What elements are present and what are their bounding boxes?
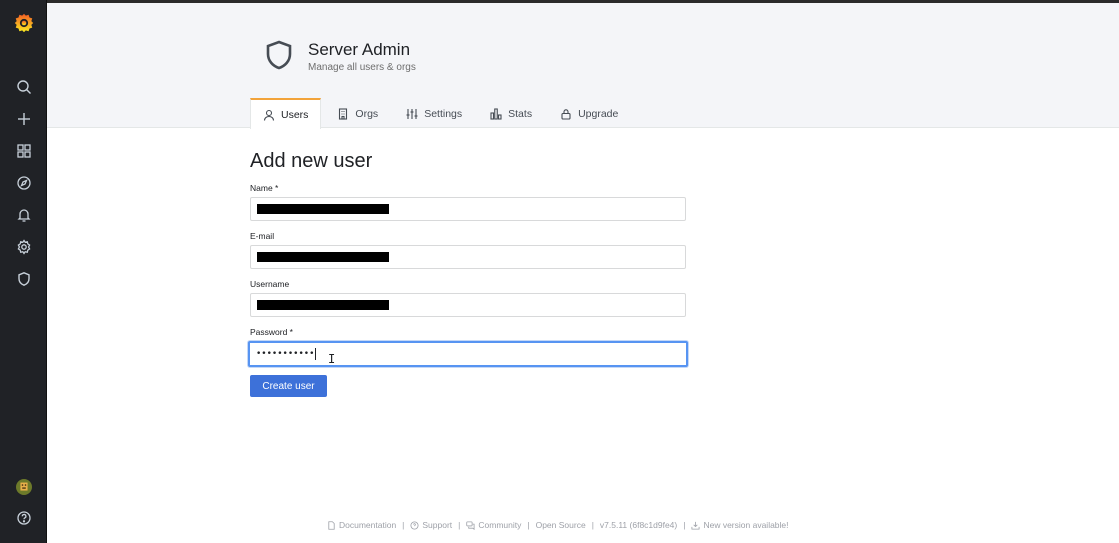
footer-separator: | bbox=[683, 520, 686, 530]
footer-open-source-label: Open Source bbox=[535, 520, 586, 530]
page-header: Server Admin Manage all users & orgs Use… bbox=[47, 3, 1119, 129]
redacted-value bbox=[257, 252, 389, 262]
grafana-logo-icon[interactable] bbox=[0, 7, 47, 39]
comments-icon bbox=[466, 520, 475, 530]
redacted-value bbox=[257, 300, 389, 310]
page-subtitle: Manage all users & orgs bbox=[308, 62, 416, 73]
tab-stats[interactable]: Stats bbox=[478, 98, 544, 129]
name-label: Name * bbox=[250, 183, 279, 193]
form-title: Add new user bbox=[250, 150, 373, 172]
footer-new-version-link[interactable]: New version available! bbox=[691, 520, 789, 530]
tab-stats-label: Stats bbox=[508, 107, 533, 120]
dashboards-icon[interactable] bbox=[0, 136, 47, 166]
help-icon[interactable] bbox=[0, 503, 47, 533]
username-field-group: Username bbox=[250, 279, 690, 317]
tab-users-label: Users bbox=[281, 108, 309, 121]
create-user-button[interactable]: Create user bbox=[250, 375, 327, 397]
footer-community-label: Community bbox=[478, 520, 522, 530]
footer-separator: | bbox=[527, 520, 530, 530]
tab-upgrade[interactable]: Upgrade bbox=[548, 98, 630, 129]
username-input[interactable] bbox=[250, 293, 686, 317]
footer-community-link[interactable]: Community bbox=[466, 520, 521, 530]
footer-separator: | bbox=[402, 520, 405, 530]
footer-separator: | bbox=[591, 520, 594, 530]
shield-icon bbox=[266, 40, 292, 70]
password-label: Password * bbox=[250, 327, 293, 337]
email-field-group: E-mail bbox=[250, 231, 690, 269]
username-label: Username bbox=[250, 279, 290, 289]
mouse-ibeam-cursor: I bbox=[328, 352, 336, 366]
bar-chart-icon bbox=[490, 107, 502, 120]
lock-icon bbox=[561, 108, 571, 120]
search-icon[interactable] bbox=[0, 72, 47, 102]
tab-orgs[interactable]: Orgs bbox=[325, 98, 390, 129]
footer-documentation-link[interactable]: Documentation bbox=[327, 520, 396, 530]
sliders-icon bbox=[406, 108, 418, 119]
footer-new-version-label: New version available! bbox=[703, 520, 789, 530]
name-field-group: Name * bbox=[250, 183, 690, 221]
plus-icon[interactable] bbox=[0, 104, 47, 134]
tab-users[interactable]: Users bbox=[250, 98, 322, 129]
password-field-group: Password * ••••••••••• I bbox=[248, 327, 690, 367]
alerting-icon[interactable] bbox=[0, 200, 47, 230]
document-icon bbox=[328, 520, 335, 530]
building-icon bbox=[339, 107, 348, 120]
footer-open-source-link[interactable]: Open Source bbox=[536, 520, 586, 530]
admin-tabs: Users Orgs Settings Stats Upgrade bbox=[250, 98, 634, 129]
tab-orgs-label: Orgs bbox=[355, 107, 379, 120]
tab-settings[interactable]: Settings bbox=[394, 98, 474, 129]
question-circle-icon bbox=[410, 520, 419, 530]
add-user-form: Add new user Name * E-mail Username Pass… bbox=[248, 150, 690, 377]
sidebar bbox=[0, 0, 47, 543]
download-icon bbox=[691, 521, 700, 530]
text-caret bbox=[315, 348, 317, 360]
password-input[interactable]: ••••••••••• I bbox=[248, 341, 688, 367]
explore-icon[interactable] bbox=[0, 168, 47, 198]
server-admin-icon[interactable] bbox=[0, 264, 47, 294]
page-title: Server Admin bbox=[308, 40, 411, 59]
footer-support-link[interactable]: Support bbox=[410, 520, 452, 530]
password-value: ••••••••••• bbox=[256, 349, 315, 359]
name-input[interactable] bbox=[250, 197, 686, 221]
footer-documentation-label: Documentation bbox=[339, 520, 397, 530]
redacted-value bbox=[257, 204, 389, 214]
footer: Documentation | Support | Community | Op… bbox=[327, 520, 789, 530]
configuration-icon[interactable] bbox=[0, 232, 47, 262]
footer-separator: | bbox=[458, 520, 461, 530]
footer-version: v7.5.11 (6f8c1d9fe4) bbox=[599, 520, 678, 530]
tab-upgrade-label: Upgrade bbox=[578, 107, 619, 120]
user-icon bbox=[263, 109, 275, 121]
email-input[interactable] bbox=[250, 245, 686, 269]
tab-settings-label: Settings bbox=[424, 107, 463, 120]
footer-support-label: Support bbox=[422, 520, 453, 530]
user-avatar[interactable] bbox=[0, 472, 47, 502]
email-label: E-mail bbox=[250, 231, 275, 241]
